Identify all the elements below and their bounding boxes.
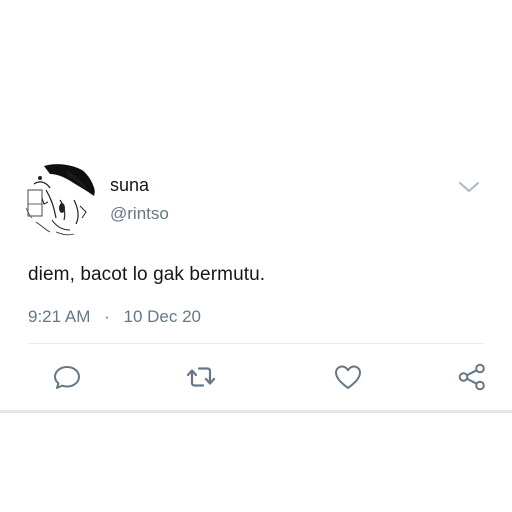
- share-icon: [458, 363, 485, 391]
- tweet-date: 10 Dec 20: [123, 307, 202, 326]
- retweet-button[interactable]: [186, 362, 216, 392]
- avatar-image: [16, 160, 96, 240]
- tweet-timestamp[interactable]: 9:21 AM · 10 Dec 20: [28, 306, 201, 328]
- tweet-card: suna @rintso diem, bacot lo gak bermutu.…: [0, 0, 512, 512]
- meta-separator: ·: [104, 307, 110, 326]
- username-handle[interactable]: @rintso: [110, 203, 169, 225]
- retweet-icon: [186, 367, 216, 387]
- avatar[interactable]: [16, 160, 96, 240]
- display-name[interactable]: suna: [110, 174, 149, 196]
- tweet-time: 9:21 AM: [28, 307, 91, 326]
- tweet-text: diem, bacot lo gak bermutu.: [28, 264, 266, 285]
- share-button[interactable]: [457, 362, 487, 392]
- chevron-down-icon[interactable]: [457, 178, 481, 196]
- like-button[interactable]: [333, 362, 363, 392]
- divider: [28, 343, 484, 344]
- bottom-separator: [0, 410, 512, 413]
- reply-button[interactable]: [52, 362, 82, 392]
- heart-icon: [335, 365, 361, 389]
- reply-icon: [54, 366, 80, 389]
